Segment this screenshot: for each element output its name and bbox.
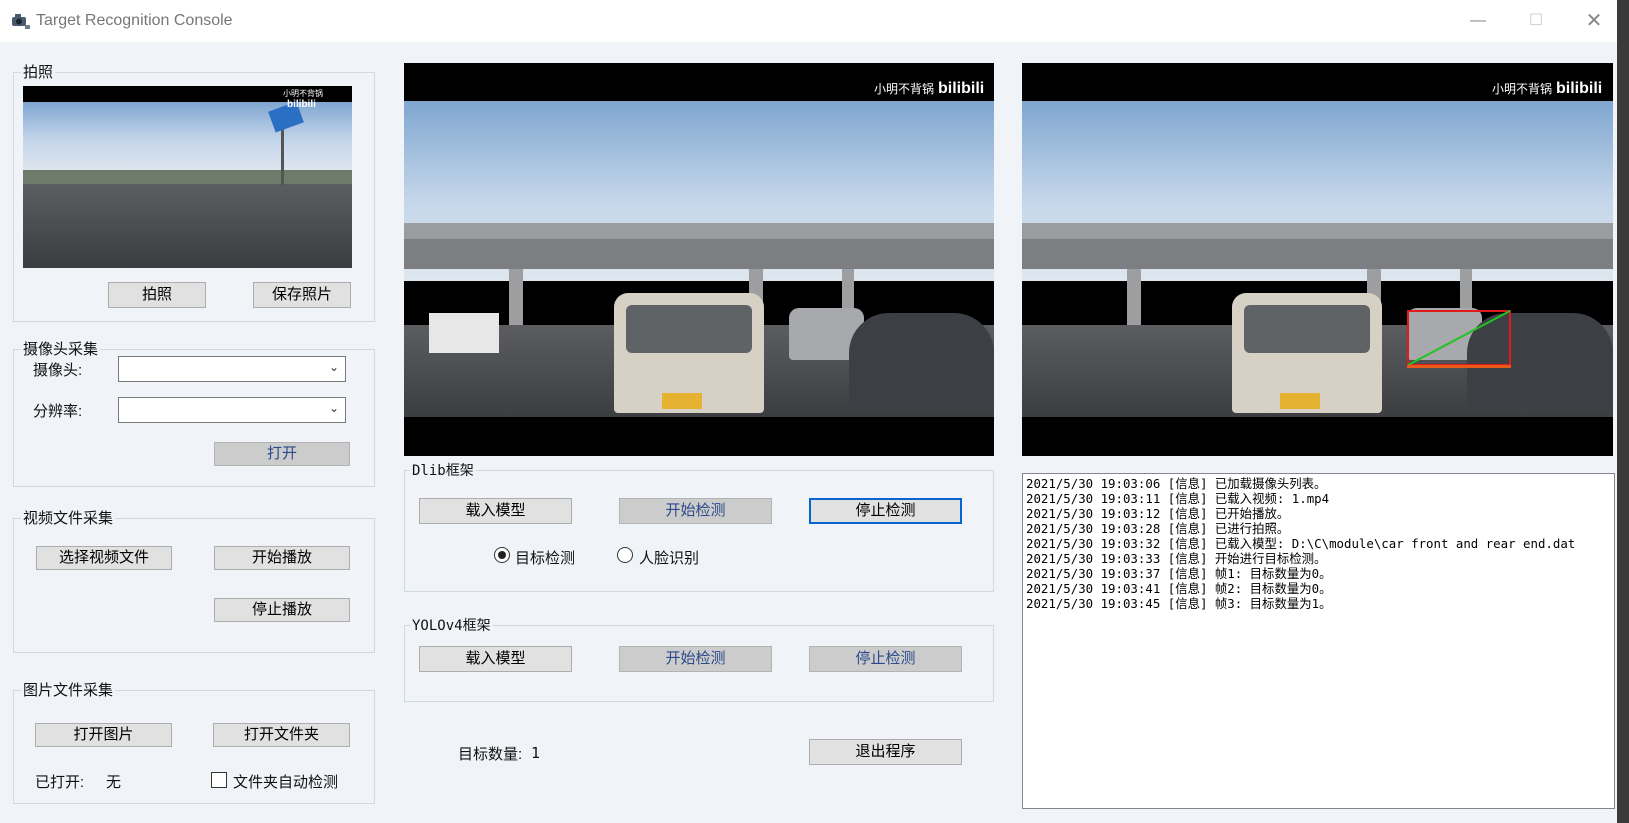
maximize-button[interactable]: ☐ <box>1513 4 1559 38</box>
log-line: 2021/5/30 19:03:33 [信息] 开始进行目标检测。 <box>1026 551 1327 566</box>
chevron-down-icon: ⌄ <box>328 401 339 415</box>
auto-detect-label: 文件夹自动检测 <box>233 774 339 791</box>
target-count-value: 1 <box>531 744 541 762</box>
log-line: 2021/5/30 19:03:45 [信息] 帧3: 目标数量为1。 <box>1026 596 1332 611</box>
target-count-label: 目标数量: <box>458 746 523 763</box>
photo-group-title: 拍照 <box>21 61 56 82</box>
log-panel[interactable]: 2021/5/30 19:03:06 [信息] 已加载摄像头列表。 2021/5… <box>1022 473 1615 809</box>
open-camera-button[interactable]: 打开 <box>214 442 350 466</box>
save-photo-button[interactable]: 保存照片 <box>253 282 351 308</box>
log-line: 2021/5/30 19:03:12 [信息] 已开始播放。 <box>1026 506 1290 521</box>
app-icon <box>12 14 30 29</box>
dlib-start-detect-button[interactable]: 开始检测 <box>619 498 772 524</box>
video-file-group <box>13 518 375 653</box>
camera-label: 摄像头: <box>33 362 83 379</box>
opened-value: 无 <box>106 774 122 791</box>
camera-select[interactable]: ⌄ <box>118 356 346 382</box>
photo-preview: 小明不背锅bilibili <box>23 86 352 268</box>
open-folder-button[interactable]: 打开文件夹 <box>213 723 350 747</box>
start-play-button[interactable]: 开始播放 <box>214 546 350 570</box>
photo-watermark: 小明不背锅bilibili <box>283 89 323 110</box>
target-detect-radio[interactable] <box>494 547 510 563</box>
video-watermark: 小明不背锅 bilibili <box>1492 80 1603 97</box>
resolution-select[interactable]: ⌄ <box>118 397 346 423</box>
license-plate <box>662 393 702 409</box>
log-line: 2021/5/30 19:03:06 [信息] 已加载摄像头列表。 <box>1026 476 1327 491</box>
yolo-group-title: YOLOv4框架 <box>410 615 493 635</box>
auto-detect-checkbox[interactable] <box>211 772 227 788</box>
close-button[interactable]: ✕ <box>1571 4 1617 38</box>
detection-video-view: 小明不背锅 bilibili <box>1022 63 1613 456</box>
dlib-stop-detect-button[interactable]: 停止检测 <box>809 498 962 524</box>
face-recognition-radio[interactable] <box>617 547 633 563</box>
title-bar: Target Recognition Console — ☐ ✕ <box>0 0 1617 42</box>
camera-group-title: 摄像头采集 <box>21 338 101 359</box>
minimize-button[interactable]: — <box>1455 4 1501 38</box>
log-line: 2021/5/30 19:03:32 [信息] 已载入模型: D:\C\modu… <box>1026 536 1576 551</box>
log-line: 2021/5/30 19:03:11 [信息] 已载入视频: 1.mp4 <box>1026 491 1330 506</box>
opened-label: 已打开: <box>35 774 85 791</box>
detection-bottom-edge <box>1407 365 1511 368</box>
yolo-stop-detect-button[interactable]: 停止检测 <box>809 646 962 672</box>
dlib-group <box>404 470 994 592</box>
dlib-group-title: Dlib框架 <box>410 460 476 480</box>
open-image-button[interactable]: 打开图片 <box>35 723 172 747</box>
log-line: 2021/5/30 19:03:37 [信息] 帧1: 目标数量为0。 <box>1026 566 1332 581</box>
dark-car <box>849 313 994 408</box>
exit-button[interactable]: 退出程序 <box>809 739 962 765</box>
capture-photo-button[interactable]: 拍照 <box>108 282 206 308</box>
source-video-view: 小明不背锅 bilibili <box>404 63 994 456</box>
image-file-group-title: 图片文件采集 <box>21 679 116 700</box>
stop-play-button[interactable]: 停止播放 <box>214 598 350 622</box>
chevron-down-icon: ⌄ <box>328 360 339 374</box>
video-watermark: 小明不背锅 bilibili <box>874 80 985 97</box>
log-line: 2021/5/30 19:03:28 [信息] 已进行拍照。 <box>1026 521 1290 536</box>
face-recognition-label: 人脸识别 <box>639 550 700 567</box>
yolo-start-detect-button[interactable]: 开始检测 <box>619 646 772 672</box>
main-window: Target Recognition Console — ☐ ✕ 拍照 小明不背… <box>0 0 1629 823</box>
yolo-load-model-button[interactable]: 载入模型 <box>419 646 572 672</box>
resolution-label: 分辨率: <box>33 403 83 420</box>
dlib-load-model-button[interactable]: 载入模型 <box>419 498 572 524</box>
select-video-button[interactable]: 选择视频文件 <box>36 546 172 570</box>
video-file-group-title: 视频文件采集 <box>21 507 116 528</box>
window-title: Target Recognition Console <box>36 12 233 29</box>
truck <box>429 313 499 353</box>
license-plate <box>1280 393 1320 409</box>
log-line: 2021/5/30 19:03:41 [信息] 帧2: 目标数量为0。 <box>1026 581 1332 596</box>
target-detect-label: 目标检测 <box>515 550 576 567</box>
